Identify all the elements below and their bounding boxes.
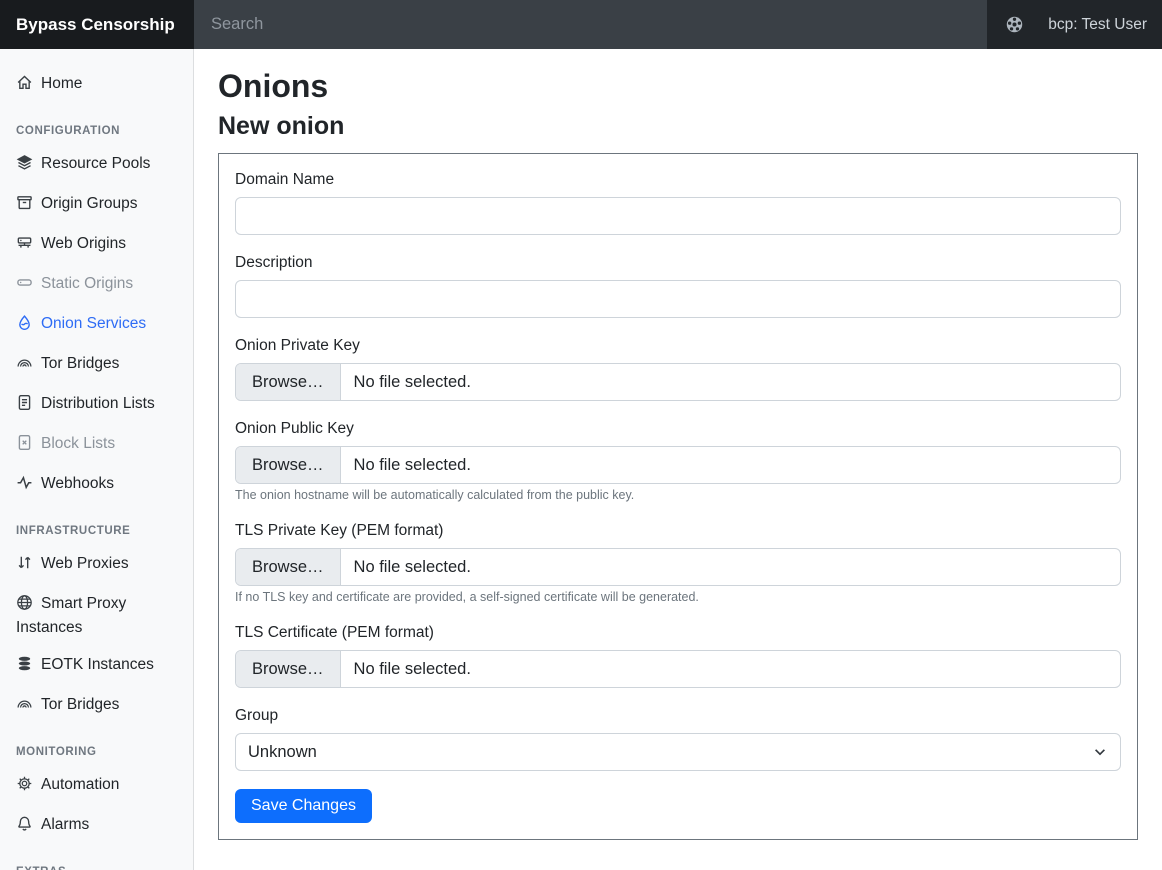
globe-icon — [1005, 15, 1024, 34]
activity-icon — [16, 474, 33, 497]
globe-icon — [16, 594, 33, 617]
file-status: No file selected. — [341, 651, 471, 687]
sidebar-item-tor-bridges-2[interactable]: Tor Bridges — [0, 686, 193, 726]
sidebar-item-label: Tor Bridges — [41, 696, 119, 713]
server-network-icon — [16, 234, 33, 257]
sidebar-section-configuration: CONFIGURATION — [0, 105, 193, 145]
sidebar-section-infrastructure: INFRASTRUCTURE — [0, 505, 193, 545]
brand-link[interactable]: Bypass Censorship — [0, 0, 194, 49]
onion-private-key-file-input[interactable]: Browse… No file selected. — [235, 363, 1121, 401]
sidebar-item-label: Automation — [41, 776, 119, 793]
page-title: Onions — [218, 67, 1138, 105]
sidebar-item-label: Web Proxies — [41, 555, 129, 572]
user-label: bcp: Test User — [1048, 16, 1147, 34]
file-x-icon — [16, 434, 33, 457]
sidebar-item-label: Static Origins — [41, 275, 133, 292]
tls-private-key-group: TLS Private Key (PEM format) Browse… No … — [235, 521, 1121, 605]
browse-button[interactable]: Browse… — [236, 549, 341, 585]
sidebar-item-onion-services[interactable]: Onion Services — [0, 305, 193, 345]
file-status: No file selected. — [341, 447, 471, 483]
sidebar-item-home[interactable]: Home — [0, 65, 193, 105]
tls-certificate-group: TLS Certificate (PEM format) Browse… No … — [235, 623, 1121, 688]
description-input[interactable] — [235, 280, 1121, 318]
domain-name-group: Domain Name — [235, 170, 1121, 235]
user-menu[interactable]: bcp: Test User — [987, 0, 1162, 49]
sidebar-item-label: Distribution Lists — [41, 395, 155, 412]
sidebar-item-alarms[interactable]: Alarms — [0, 806, 193, 846]
sidebar-item-automation[interactable]: Automation — [0, 766, 193, 806]
sidebar-item-origin-groups[interactable]: Origin Groups — [0, 185, 193, 225]
browse-button[interactable]: Browse… — [236, 447, 341, 483]
file-status: No file selected. — [341, 364, 471, 400]
onion-public-key-help: The onion hostname will be automatically… — [235, 488, 1121, 503]
sidebar-item-webhooks[interactable]: Webhooks — [0, 465, 193, 505]
rainbow-icon — [16, 354, 33, 377]
group-label: Group — [235, 706, 1121, 725]
sidebar-item-label: Webhooks — [41, 475, 114, 492]
sidebar-item-label: Tor Bridges — [41, 355, 119, 372]
new-onion-form: Domain Name Description Onion Private Ke… — [218, 153, 1138, 840]
chevron-down-icon — [1093, 745, 1107, 764]
sidebar-item-web-origins[interactable]: Web Origins — [0, 225, 193, 265]
sidebar-item-eotk-instances[interactable]: EOTK Instances — [0, 646, 193, 686]
section-title: New onion — [218, 111, 1138, 141]
description-label: Description — [235, 253, 1121, 272]
layers-icon — [16, 154, 33, 177]
browse-button[interactable]: Browse… — [236, 651, 341, 687]
sidebar-item-label: Home — [41, 75, 82, 92]
domain-name-label: Domain Name — [235, 170, 1121, 189]
brand-label: Bypass Censorship — [16, 15, 175, 35]
gear-icon — [16, 775, 33, 798]
stack-icon — [16, 655, 33, 678]
search-input[interactable] — [194, 0, 987, 49]
sidebar-item-smart-proxy-instances[interactable]: Smart Proxy Instances — [0, 585, 193, 646]
description-group: Description — [235, 253, 1121, 318]
sidebar-item-label: Origin Groups — [41, 195, 137, 212]
hdd-icon — [16, 274, 33, 297]
house-icon — [16, 74, 33, 97]
top-navbar: Bypass Censorship bcp: Test User — [0, 0, 1162, 49]
group-select-value: Unknown — [248, 743, 317, 762]
arrow-down-up-icon — [16, 554, 33, 577]
sidebar-nav: Home CONFIGURATION Resource Pools Origin… — [0, 49, 194, 870]
sidebar-item-tor-bridges[interactable]: Tor Bridges — [0, 345, 193, 385]
domain-name-input[interactable] — [235, 197, 1121, 235]
browse-button[interactable]: Browse… — [236, 364, 341, 400]
onion-public-key-file-input[interactable]: Browse… No file selected. — [235, 446, 1121, 484]
tls-certificate-label: TLS Certificate (PEM format) — [235, 623, 1121, 642]
sidebar-item-label: Resource Pools — [41, 155, 150, 172]
navbar-search-area — [194, 0, 987, 49]
sidebar-item-distribution-lists[interactable]: Distribution Lists — [0, 385, 193, 425]
group-select[interactable]: Unknown — [235, 733, 1121, 771]
onion-public-key-group: Onion Public Key Browse… No file selecte… — [235, 419, 1121, 503]
sidebar-item-static-origins[interactable]: Static Origins — [0, 265, 193, 305]
onion-droplet-icon — [16, 314, 33, 337]
save-changes-button[interactable]: Save Changes — [235, 789, 372, 823]
file-status: No file selected. — [341, 549, 471, 585]
bell-icon — [16, 815, 33, 838]
sidebar-item-web-proxies[interactable]: Web Proxies — [0, 545, 193, 585]
archive-icon — [16, 194, 33, 217]
sidebar-section-monitoring: MONITORING — [0, 726, 193, 766]
sidebar-item-resource-pools[interactable]: Resource Pools — [0, 145, 193, 185]
rainbow-icon — [16, 695, 33, 718]
tls-private-key-help: If no TLS key and certificate are provid… — [235, 590, 1121, 605]
tls-certificate-file-input[interactable]: Browse… No file selected. — [235, 650, 1121, 688]
tls-private-key-label: TLS Private Key (PEM format) — [235, 521, 1121, 540]
onion-private-key-label: Onion Private Key — [235, 336, 1121, 355]
onion-public-key-label: Onion Public Key — [235, 419, 1121, 438]
sidebar-item-label: EOTK Instances — [41, 656, 154, 673]
sidebar-item-label: Block Lists — [41, 435, 115, 452]
sidebar-item-label: Onion Services — [41, 315, 146, 332]
sidebar-section-extras: EXTRAS — [0, 846, 193, 870]
sidebar-item-label: Web Origins — [41, 235, 126, 252]
tls-private-key-file-input[interactable]: Browse… No file selected. — [235, 548, 1121, 586]
sidebar-item-label: Alarms — [41, 816, 89, 833]
onion-private-key-group: Onion Private Key Browse… No file select… — [235, 336, 1121, 401]
file-text-icon — [16, 394, 33, 417]
sidebar-item-block-lists[interactable]: Block Lists — [0, 425, 193, 465]
group-group: Group Unknown — [235, 706, 1121, 771]
main-content: Onions New onion Domain Name Description… — [194, 49, 1162, 870]
